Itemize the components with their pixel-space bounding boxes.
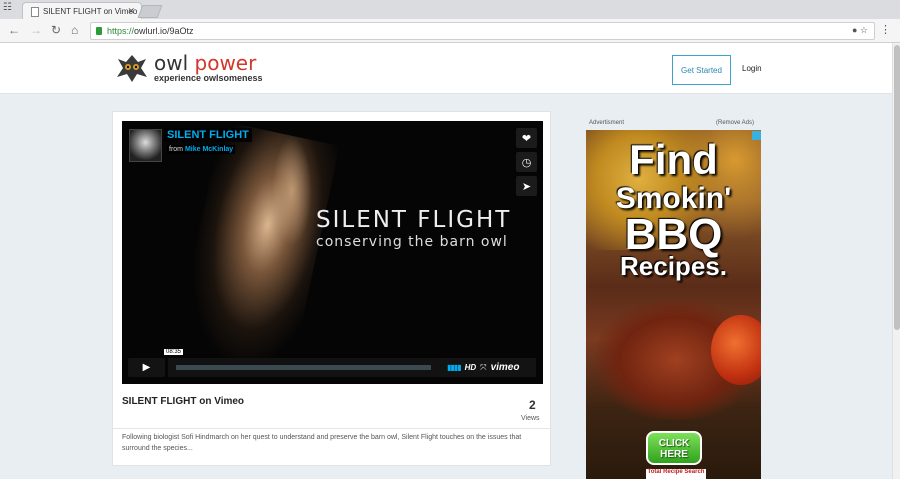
video-player[interactable]: SILENT FLIGHT from Mike McKinlay ❤ ◷ ➤ S…	[122, 121, 543, 384]
tab-menu-icon[interactable]: ☷	[3, 2, 12, 13]
logo-title[interactable]: owl power	[154, 51, 256, 75]
reload-icon[interactable]: ↻	[51, 23, 61, 37]
browser-tab-bar: ☷ SILENT FLIGHT on Vimeo ✕	[0, 0, 900, 19]
play-icon[interactable]: ▶	[128, 358, 165, 377]
card-title: SILENT FLIGHT on Vimeo	[122, 396, 245, 407]
progress-bar[interactable]	[168, 358, 441, 377]
new-tab-button[interactable]	[137, 5, 163, 18]
timecode: 08:35	[164, 349, 184, 355]
remove-ads-link[interactable]: (Remove Ads)	[716, 120, 754, 126]
fullscreen-icon[interactable]: ⤧	[480, 363, 486, 373]
browser-toolbar: ← → ↻ ⌂ https://owlurl.io/9aOtz ● ☆ ⋮	[0, 19, 900, 43]
views-count: 2	[529, 398, 536, 412]
login-link[interactable]: Login	[742, 64, 762, 73]
ad-cta-line-2: HERE	[660, 449, 688, 460]
video-overlay-title: SILENT FLIGHT	[316, 207, 512, 233]
clock-icon[interactable]: ◷	[516, 152, 537, 172]
card-description: Following biologist Sofi Hindmarch on he…	[122, 434, 522, 452]
views-label: Views	[521, 415, 540, 422]
byline-prefix: from	[169, 146, 183, 153]
card-divider	[113, 428, 550, 429]
ad-cta-line-1: CLICK	[658, 438, 690, 449]
site-header: owl power experience owlsomeness Get Sta…	[0, 43, 892, 94]
ad-label: Advertisment	[589, 120, 625, 126]
vimeo-logo[interactable]: vimeo	[491, 362, 520, 373]
address-bar[interactable]: https://owlurl.io/9aOtz ● ☆	[90, 22, 875, 40]
browser-menu-icon[interactable]: ⋮	[880, 23, 891, 36]
video-title-link[interactable]: SILENT FLIGHT	[164, 128, 252, 142]
url-scheme: https://	[107, 26, 135, 36]
volume-icon[interactable]: ▮▮▮▮	[447, 363, 462, 372]
lock-icon	[96, 27, 102, 35]
scrollbar-thumb[interactable]	[894, 45, 900, 330]
video-overlay-subtitle: conserving the barn owl	[316, 234, 508, 250]
progress-track[interactable]	[176, 365, 431, 370]
browser-tab[interactable]: SILENT FLIGHT on Vimeo ✕	[22, 2, 142, 19]
heart-icon[interactable]: ❤	[516, 128, 537, 148]
home-icon[interactable]: ⌂	[71, 23, 78, 37]
close-tab-icon[interactable]: ✕	[127, 6, 135, 17]
get-started-button[interactable]: Get Started	[672, 55, 731, 85]
player-right-controls: ▮▮▮▮ HD ⤧ vimeo	[441, 358, 536, 377]
back-icon[interactable]: ←	[8, 23, 20, 37]
author-link[interactable]: Mike McKinlay	[185, 146, 233, 153]
ad-headline-4: Recipes.	[620, 251, 727, 281]
url-path: owlurl.io/9aOtz	[134, 26, 194, 36]
video-frame-owl	[174, 121, 340, 371]
author-avatar[interactable]	[129, 129, 162, 162]
ad-brand-logo: Total Recipe Search	[646, 469, 706, 479]
page-favicon-icon	[31, 7, 39, 17]
video-card: SILENT FLIGHT from Mike McKinlay ❤ ◷ ➤ S…	[112, 111, 551, 466]
adchoices-icon[interactable]	[752, 131, 761, 140]
forward-icon[interactable]: →	[30, 23, 42, 37]
owl-logo-icon[interactable]	[116, 53, 148, 83]
hd-toggle[interactable]: HD	[465, 363, 477, 372]
site-tagline: experience owlsomeness	[154, 73, 263, 83]
ad-banner[interactable]: Find Smokin' BBQ Recipes. CLICK HERE Tot…	[586, 130, 761, 479]
bookmark-star-icon[interactable]: ● ☆	[852, 25, 868, 36]
video-frame-highlight	[272, 136, 312, 246]
tab-title: SILENT FLIGHT on Vimeo	[43, 7, 138, 16]
logo-word-owl: owl	[154, 51, 189, 75]
logo-word-power: power	[194, 51, 257, 75]
ad-headline-1: Find	[629, 136, 718, 183]
ad-click-here-button[interactable]: CLICK HERE	[646, 431, 702, 465]
page-scrollbar[interactable]	[892, 43, 900, 479]
send-icon[interactable]: ➤	[516, 176, 537, 196]
video-controls: ▶ 08:35 ▮▮▮▮ HD ⤧ vimeo	[128, 349, 536, 377]
video-byline: from Mike McKinlay	[167, 145, 236, 154]
